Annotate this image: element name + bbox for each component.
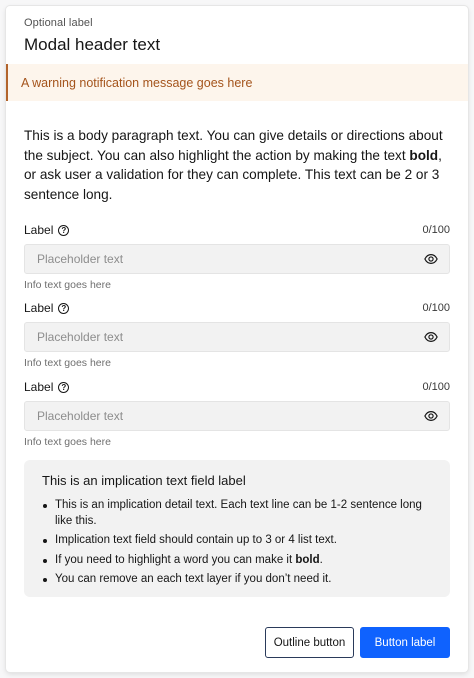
text-field-3: Label ? 0/100 Info text goes here [24,379,450,448]
primary-button[interactable]: Button label [360,627,450,658]
body-paragraph: This is a body paragraph text. You can g… [24,126,454,204]
info-text: Info text goes here [24,279,111,291]
implication-title: This is an implication text field label [42,473,246,488]
modal-footer: Outline button Button label [265,627,450,658]
input-wrapper [24,322,450,352]
body-text-part1: This is a body paragraph text. You can g… [24,128,443,163]
implication-list: This is an implication detail text. Each… [42,498,432,588]
eye-icon[interactable] [424,252,438,266]
outline-button[interactable]: Outline button [265,627,354,658]
input-wrapper [24,244,450,274]
eye-icon[interactable] [424,409,438,423]
list-item-text: If you need to highlight a word you can … [55,553,296,566]
input-wrapper [24,401,450,431]
modal-title: Modal header text [24,35,161,54]
question-circle-icon[interactable]: ? [58,381,70,393]
modal-header: Optional label Modal header text [24,17,450,55]
text-field-2: Label ? 0/100 Info text goes here [24,300,450,369]
list-item-text: . [319,553,323,566]
field-label: Label ? [24,223,70,237]
field-label-text: Label [24,380,54,394]
list-item: This is an implication detail text. Each… [42,498,432,529]
body-text-bold: bold [409,147,439,163]
text-input[interactable] [37,330,397,344]
field-label-text: Label [24,223,54,237]
text-field-1: Label ? 0/100 Info text goes here [24,222,450,291]
character-counter: 0/100 [422,381,450,393]
warning-notification: A warning notification message goes here [6,64,468,101]
implication-box: This is an implication text field label … [24,460,450,597]
character-counter: 0/100 [422,224,450,236]
character-counter: 0/100 [422,302,450,314]
info-text: Info text goes here [24,357,111,369]
list-item: Implication text field should contain up… [42,533,432,549]
list-item-bold: bold [295,553,320,566]
text-input[interactable] [37,409,397,423]
field-label: Label ? [24,380,70,394]
field-label-text: Label [24,301,54,315]
warning-message: A warning notification message goes here [21,75,253,90]
question-circle-icon[interactable]: ? [58,302,70,314]
list-item: If you need to highlight a word you can … [42,553,432,569]
text-input[interactable] [37,252,397,266]
field-label: Label ? [24,301,70,315]
modal-dialog: Optional label Modal header text A warni… [6,6,468,672]
optional-label: Optional label [24,17,93,29]
info-text: Info text goes here [24,436,111,448]
eye-icon[interactable] [424,330,438,344]
question-circle-icon[interactable]: ? [58,224,70,236]
list-item: You can remove an each text layer if you… [42,572,432,588]
